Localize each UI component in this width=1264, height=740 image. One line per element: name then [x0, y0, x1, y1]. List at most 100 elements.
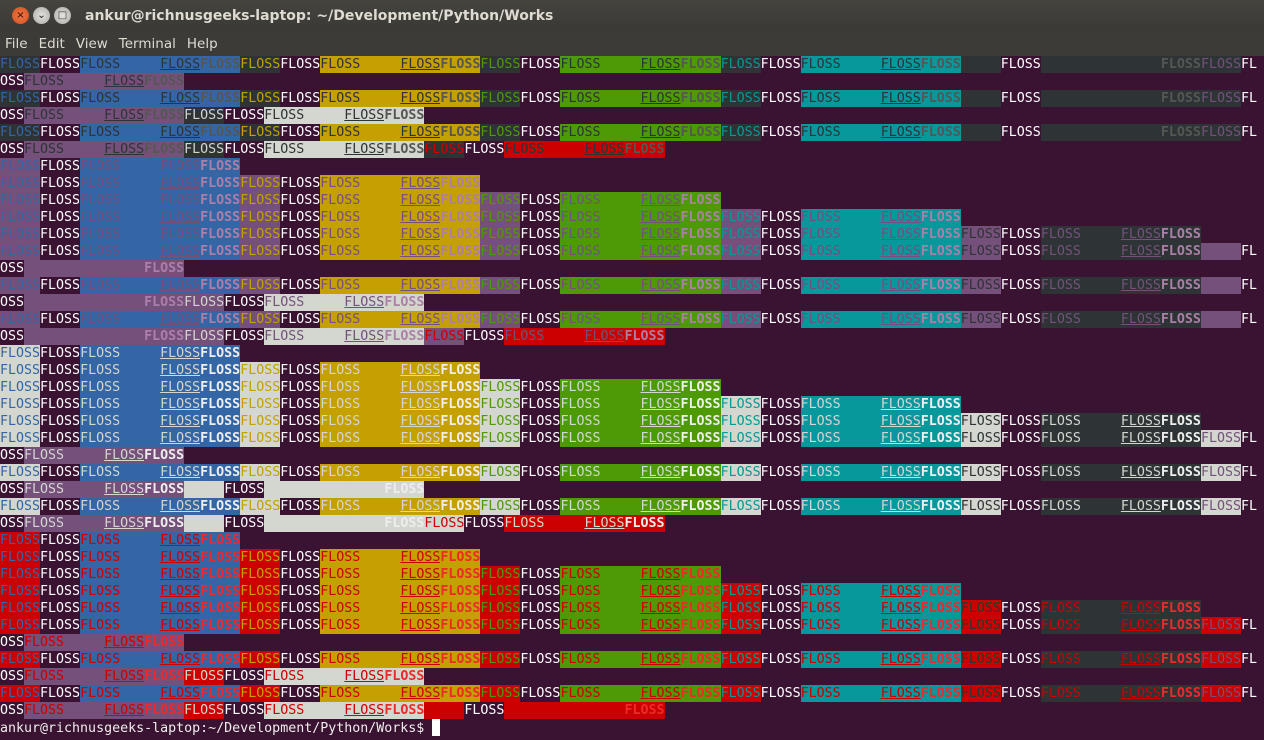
terminal-text-run: FLOSS: [24, 107, 105, 124]
terminal-text-run: FLOSS: [0, 226, 41, 243]
terminal-text-run: FLOSS: [464, 516, 505, 531]
terminal-text-run: FLOSS: [40, 210, 81, 225]
terminal-text-run: FLOSS: [800, 498, 881, 515]
terminal-text-run: FLOSS: [320, 175, 401, 192]
terminal-line: FLOSSFLOSSFLOSS FLOSSFLOSSFLOSSFLOSSFLOS…: [0, 396, 1264, 413]
terminal-text-run: FLOSS: [104, 515, 145, 532]
terminal-text-run: FLOSS: [320, 362, 401, 379]
terminal-text-run: FLOSS: [0, 600, 41, 617]
terminal-text-run: FLOSS: [320, 226, 401, 243]
terminal-text-run: FLOSS: [640, 277, 681, 294]
prompt-line[interactable]: ankur@richnusgeeks-laptop:~/Development/…: [0, 719, 1264, 736]
terminal-text-run: FLOSS: [640, 651, 681, 668]
terminal-text-run: FLOSS: [320, 90, 401, 107]
terminal-text-run: FLOSS: [1200, 651, 1241, 668]
maximize-window-button[interactable]: □: [54, 7, 71, 24]
terminal-line: FLOSSFLOSSFLOSS FLOSSFLOSS: [0, 158, 1264, 175]
terminal-text-run: FLOSS: [440, 600, 481, 617]
terminal-text-run: FLOSS: [800, 243, 881, 260]
terminal-text-run: FL: [1240, 652, 1257, 667]
terminal-text-run: FLOSS: [240, 413, 281, 430]
terminal-text-run: FLOSS: [800, 464, 881, 481]
terminal-text-run: FLOSS: [640, 226, 681, 243]
menu-view[interactable]: View: [75, 36, 109, 52]
terminal-text-run: FLOSS: [344, 107, 385, 124]
terminal-text-run: FLOSS: [440, 311, 481, 328]
terminal-text-run: FLOSS: [224, 703, 265, 718]
terminal-text-run: FLOSS: [40, 125, 81, 140]
terminal-text-run: FLOSS: [1000, 465, 1041, 480]
terminal-text-run: FLOSS: [640, 311, 681, 328]
terminal-text-run: FLOSS: [680, 583, 721, 600]
terminal-text-run: FLOSS: [160, 600, 201, 617]
terminal-text-run: FLOSS: [40, 278, 81, 293]
terminal-text-run: FLOSS: [640, 498, 681, 515]
terminal-text-run: FLOSS: [160, 498, 201, 515]
terminal-text-run: FLOSS: [560, 413, 641, 430]
terminal-text-run: FLOSS: [440, 651, 481, 668]
terminal-text-run: FLOSS: [80, 90, 161, 107]
terminal-text-run: OSS: [0, 74, 25, 89]
menu-edit[interactable]: Edit: [38, 36, 66, 52]
terminal-text-run: FLOSS: [480, 56, 521, 73]
terminal-text-run: FLOSS: [880, 124, 921, 141]
terminal-text-run: FLOSS: [800, 311, 881, 328]
terminal-text-run: FLOSS: [800, 413, 881, 430]
terminal-text-run: FLOSS: [440, 498, 481, 515]
terminal-text-run: FLOSS: [264, 515, 345, 532]
terminal-text-run: FLOSS: [640, 464, 681, 481]
terminal-text-run: FLOSS: [1040, 311, 1121, 328]
menu-terminal[interactable]: Terminal: [118, 36, 177, 52]
terminal-line: FLOSSFLOSSFLOSS FLOSSFLOSSFLOSSFLOSSFLOS…: [0, 90, 1264, 107]
terminal-text-run: FLOSS: [520, 465, 561, 480]
minimize-window-button[interactable]: ⌄: [33, 7, 50, 24]
terminal-text-run: FLOSS: [1040, 617, 1121, 634]
terminal-text-run: FLOSS: [920, 311, 961, 328]
terminal-text-run: FLOSS: [384, 702, 425, 719]
terminal-text-run: FLOSS: [680, 209, 721, 226]
terminal-text-run: FLOSS: [80, 379, 161, 396]
terminal-text-run: FLOSS: [640, 566, 681, 583]
terminal-text-run: FLOSS: [560, 311, 641, 328]
terminal-text-run: FLOSS: [40, 550, 81, 565]
terminal-text-run: FLOSS: [1120, 617, 1161, 634]
terminal-text-run: FLOSS: [440, 379, 481, 396]
terminal-text-run: FLOSS: [160, 651, 201, 668]
terminal-text-run: FLOSS: [160, 243, 201, 260]
terminal-output[interactable]: FLOSSFLOSSFLOSS FLOSSFLOSSFLOSSFLOSSFLOS…: [0, 56, 1264, 740]
terminal-text-run: FLOSS: [920, 124, 961, 141]
terminal-text-run: FLOSS: [80, 277, 161, 294]
terminal-text-run: FLOSS: [480, 396, 521, 413]
terminal-text-run: FLOSS: [760, 499, 801, 514]
terminal-line: OSSFLOSS FLOSSFLOSSFLOSSFLOSSFLOSS FLOSS…: [0, 141, 1264, 158]
terminal-text-run: FLOSS: [400, 362, 441, 379]
terminal-text-run: FLOSS: [920, 277, 961, 294]
terminal-text-run: FLOSS: [720, 124, 761, 141]
terminal-text-run: FLOSS: [800, 90, 881, 107]
terminal-text-run: FLOSS: [80, 124, 161, 141]
terminal-text-run: FLOSS: [560, 243, 641, 260]
terminal-text-run: FLOSS: [104, 634, 145, 651]
terminal-text-run: FLOSS: [400, 175, 441, 192]
terminal-text-run: FLOSS: [320, 311, 401, 328]
terminal-text-run: FL: [1240, 244, 1257, 259]
terminal-text-run: FLOSS: [264, 702, 345, 719]
terminal-text-run: FLOSS: [440, 566, 481, 583]
terminal-text-run: FLOSS: [80, 345, 161, 362]
terminal-text-run: FLOSS: [24, 260, 105, 277]
terminal-text-run: FLOSS: [264, 107, 345, 124]
terminal-text-run: FLOSS: [264, 668, 345, 685]
menu-file[interactable]: File: [4, 36, 29, 52]
close-window-button[interactable]: ×: [12, 7, 29, 24]
terminal-text-run: FLOSS: [880, 583, 921, 600]
terminal-text-run: FLOSS: [1120, 226, 1161, 243]
terminal-text-run: FLOSS: [184, 702, 225, 719]
terminal-text-run: FLOSS: [384, 481, 425, 498]
terminal-line: FLOSSFLOSSFLOSS FLOSSFLOSSFLOSSFLOSSFLOS…: [0, 243, 1264, 260]
terminal-text-run: FLOSS: [280, 176, 321, 191]
terminal-text-run: FLOSS: [200, 464, 241, 481]
terminal-text-run: FLOSS: [720, 226, 761, 243]
menu-help[interactable]: Help: [186, 36, 219, 52]
terminal-text-run: FLOSS: [144, 515, 185, 532]
terminal-text-run: FLOSS: [1160, 685, 1201, 702]
